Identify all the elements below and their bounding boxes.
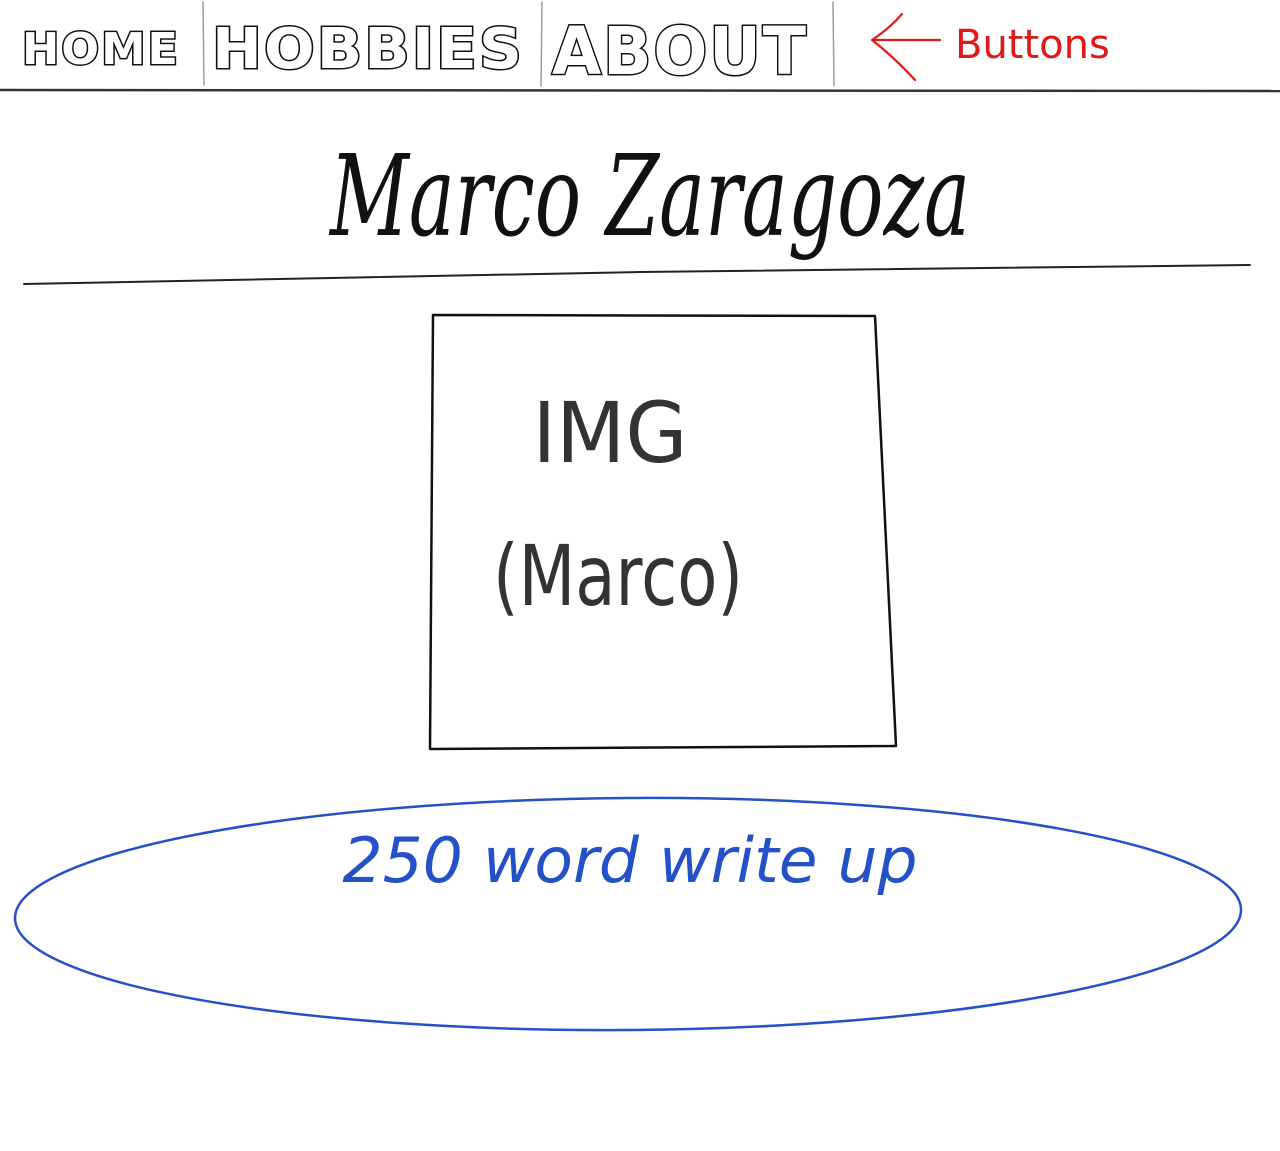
image-placeholder: IMG (Marco)	[428, 313, 898, 751]
title-underline	[23, 264, 1251, 285]
nav-button-home[interactable]: HOME	[21, 23, 180, 77]
page-title: Marco Zaragoza	[329, 132, 970, 262]
wireframe-page: HOME HOBBIES ABOUT Buttons Marco Zaragoz…	[0, 0, 1280, 1151]
nav-bottom-rule	[0, 88, 1280, 93]
nav-divider	[832, 1, 835, 87]
buttons-annotation: Buttons	[870, 12, 1110, 82]
nav-divider	[202, 1, 205, 86]
nav-button-hobbies[interactable]: HOBBIES	[211, 16, 524, 84]
image-placeholder-caption: (Marco)	[493, 527, 743, 625]
nav-divider	[540, 1, 543, 87]
wireframe-canvas: HOME HOBBIES ABOUT Buttons Marco Zaragoz…	[0, 1, 1280, 1032]
image-placeholder-label: IMG	[533, 384, 688, 482]
nav-button-home-label: HOME	[22, 24, 180, 75]
nav-bar: HOME HOBBIES ABOUT Buttons	[0, 1, 1280, 93]
writeup-label: 250 word write up	[343, 824, 918, 897]
nav-button-about[interactable]: ABOUT	[551, 12, 808, 92]
nav-button-hobbies-label: HOBBIES	[212, 17, 524, 82]
page-header: Marco Zaragoza	[23, 132, 1251, 285]
writeup-area: 250 word write up	[13, 796, 1243, 1032]
buttons-annotation-label: Buttons	[955, 22, 1110, 68]
arrow-left-icon	[870, 12, 942, 82]
nav-button-about-label: ABOUT	[552, 13, 808, 90]
